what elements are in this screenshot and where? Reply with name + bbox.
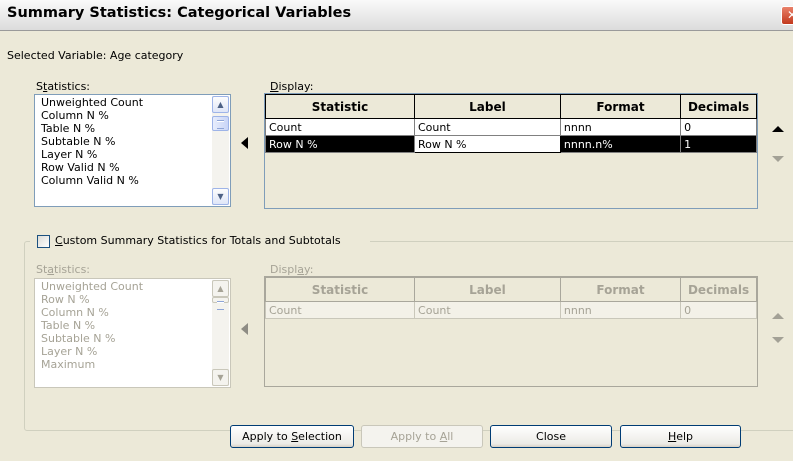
window-title: Summary Statistics: Categorical Variable… [7, 5, 352, 21]
list-item[interactable]: Table N % [35, 122, 210, 135]
list-item[interactable]: Layer N % [35, 345, 210, 358]
table-row[interactable]: Row N % Row N % nnnn.n% 1 [265, 135, 757, 153]
scroll-down-icon[interactable]: ▼ [212, 369, 229, 386]
scroll-thumb[interactable] [212, 116, 229, 131]
cell-label[interactable]: Count [414, 301, 561, 319]
list-item[interactable]: Column N % [35, 306, 210, 319]
custom-move-row-down-icon[interactable] [772, 337, 784, 343]
close-window-button[interactable]: ✕ [781, 6, 793, 25]
list-item[interactable]: Row N % [35, 293, 210, 306]
cell-statistic[interactable]: Count [265, 118, 415, 136]
scroll-down-icon[interactable]: ▼ [212, 188, 229, 205]
move-to-display-arrow-icon[interactable] [241, 137, 248, 149]
custom-list-scrollbar[interactable]: ▲ ▼ [212, 280, 229, 386]
column-header[interactable]: Decimals [680, 94, 757, 119]
list-item[interactable]: Subtable N % [35, 135, 210, 148]
statistics-label: Statistics: [36, 80, 91, 93]
column-header[interactable]: Decimals [680, 277, 757, 302]
table-row[interactable]: Count Count nnnn 0 [265, 118, 757, 136]
cell-decimals[interactable]: 1 [680, 135, 757, 153]
table-row[interactable]: Count Count nnnn 0 [265, 301, 757, 319]
cell-decimals[interactable]: 0 [680, 118, 757, 136]
move-row-up-icon[interactable] [772, 126, 784, 132]
close-button[interactable]: Close [490, 425, 612, 448]
list-item[interactable]: Unweighted Count [35, 280, 210, 293]
column-header[interactable]: Statistic [265, 94, 415, 119]
custom-move-row-up-icon[interactable] [772, 313, 784, 319]
display-label: Display: [270, 80, 314, 93]
cell-statistic[interactable]: Count [265, 301, 416, 319]
apply-to-selection-button[interactable]: Apply to Selection [230, 425, 354, 448]
cell-format[interactable]: nnnn [559, 301, 682, 319]
list-item[interactable]: Table N % [35, 319, 210, 332]
cell-statistic[interactable]: Row N % [265, 135, 415, 153]
title-bar[interactable]: Summary Statistics: Categorical Variable… [0, 0, 793, 31]
custom-move-to-display-arrow-icon[interactable] [241, 323, 248, 335]
list-item[interactable]: Column Valid N % [35, 174, 210, 187]
cell-format[interactable]: nnnn [559, 118, 682, 136]
cell-decimals[interactable]: 0 [680, 301, 757, 319]
scroll-thumb[interactable] [212, 297, 229, 310]
move-row-down-icon[interactable] [772, 156, 784, 162]
column-header[interactable]: Label [413, 94, 561, 119]
column-header[interactable]: Label [414, 277, 561, 302]
custom-summary-checkbox[interactable] [37, 235, 50, 248]
statistics-list[interactable]: Unweighted Count Column N % Table N % Subta… [34, 94, 231, 207]
custom-statistics-list[interactable]: Unweighted Count Row N % Column N % Table N… [34, 278, 231, 388]
list-item[interactable]: Maximum [35, 358, 210, 371]
column-header[interactable]: Format [559, 94, 682, 119]
statistics-list-scrollbar[interactable]: ▲ ▼ [212, 96, 229, 205]
scroll-up-icon[interactable]: ▲ [212, 280, 229, 297]
list-item[interactable]: Row Valid N % [35, 161, 210, 174]
custom-statistics-label: Statistics: [36, 263, 91, 276]
cell-label[interactable]: Count [413, 118, 561, 136]
selected-variable-label: Selected Variable: Age category [7, 49, 184, 62]
cell-label[interactable]: Row N % [413, 135, 561, 153]
column-header[interactable]: Format [559, 277, 682, 302]
summary-statistics-dialog: Summary Statistics: Categorical Variable… [0, 0, 793, 461]
list-item[interactable]: Layer N % [35, 148, 210, 161]
apply-to-all-button[interactable]: Apply to All [361, 425, 483, 448]
custom-display-label: Display: [270, 263, 314, 276]
scroll-up-icon[interactable]: ▲ [212, 96, 229, 113]
list-item[interactable]: Subtable N % [35, 332, 210, 345]
custom-display-grid[interactable]: Statistic Label Format Decimals Count Count n… [264, 276, 758, 387]
column-header[interactable]: Statistic [265, 277, 416, 302]
custom-summary-label[interactable]: Custom Summary Statistics for Totals and… [55, 234, 341, 247]
help-button[interactable]: Help [620, 425, 741, 448]
list-item[interactable]: Unweighted Count [35, 96, 210, 109]
cell-format[interactable]: nnnn.n% [559, 135, 682, 153]
list-item[interactable]: Column N % [35, 109, 210, 122]
display-grid[interactable]: Statistic Label Format Decimals Count Count n… [264, 93, 758, 209]
